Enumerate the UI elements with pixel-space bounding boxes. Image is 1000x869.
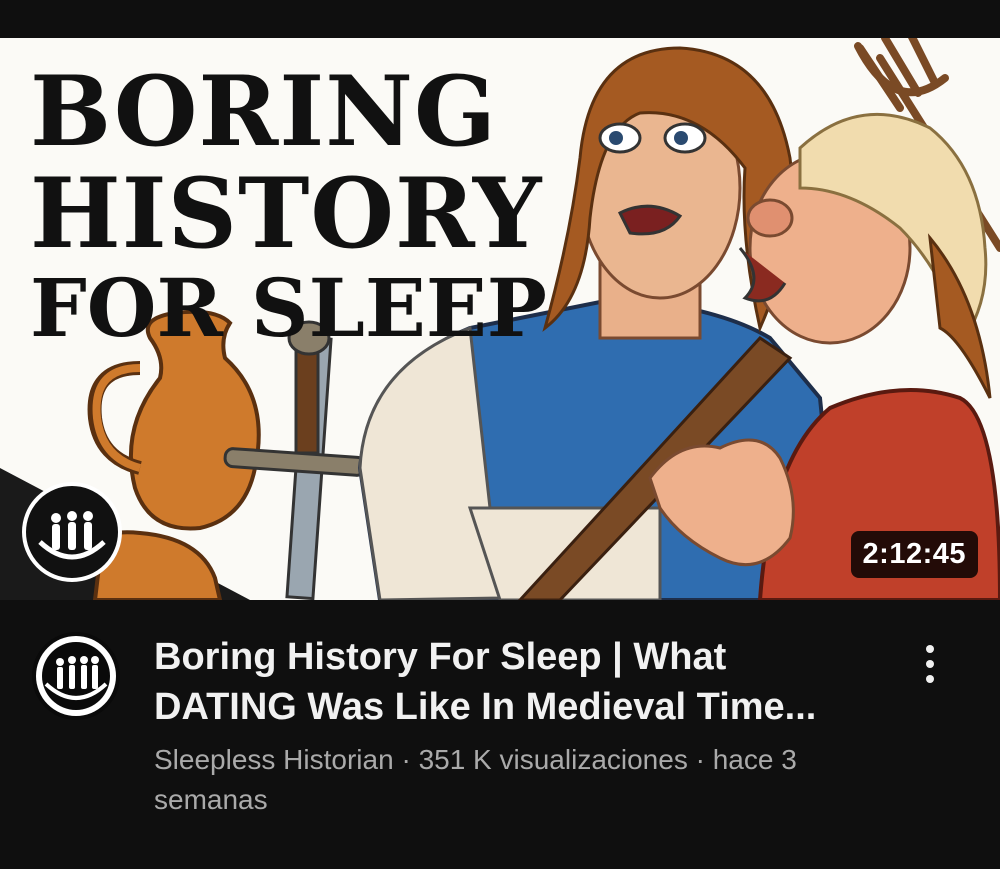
separator: · — [393, 744, 419, 775]
channel-name[interactable]: Sleepless Historian — [154, 744, 394, 775]
channel-watermark-icon — [22, 482, 122, 582]
thumbnail-title: BORING HISTORY FOR SLEEP — [30, 55, 547, 355]
video-title[interactable]: Boring History For Sleep | What DATING W… — [154, 632, 874, 732]
thumbnail-title-line-1: BORING — [30, 55, 497, 168]
thumbnail-title-line-2: HISTORY — [30, 157, 543, 270]
separator: · — [687, 744, 713, 775]
view-count: 351 K visualizaciones — [418, 744, 688, 775]
video-subtitle: Sleepless Historian · 351 K visualizacio… — [154, 740, 894, 820]
channel-avatar[interactable] — [32, 632, 120, 720]
dot — [926, 675, 934, 683]
video-metadata: Boring History For Sleep | What DATING W… — [0, 600, 1000, 869]
evolution-silhouettes-icon — [36, 636, 116, 716]
thumbnail-title-line-3: FOR SLEEP — [30, 261, 547, 355]
video-thumbnail[interactable]: BORING HISTORY FOR SLEEP 2:12:45 — [0, 38, 1000, 600]
dot — [926, 645, 934, 653]
duration-badge: 2:12:45 — [850, 531, 978, 578]
top-bar — [0, 0, 1000, 38]
dot — [926, 660, 934, 668]
more-vertical-icon[interactable] — [905, 634, 955, 694]
